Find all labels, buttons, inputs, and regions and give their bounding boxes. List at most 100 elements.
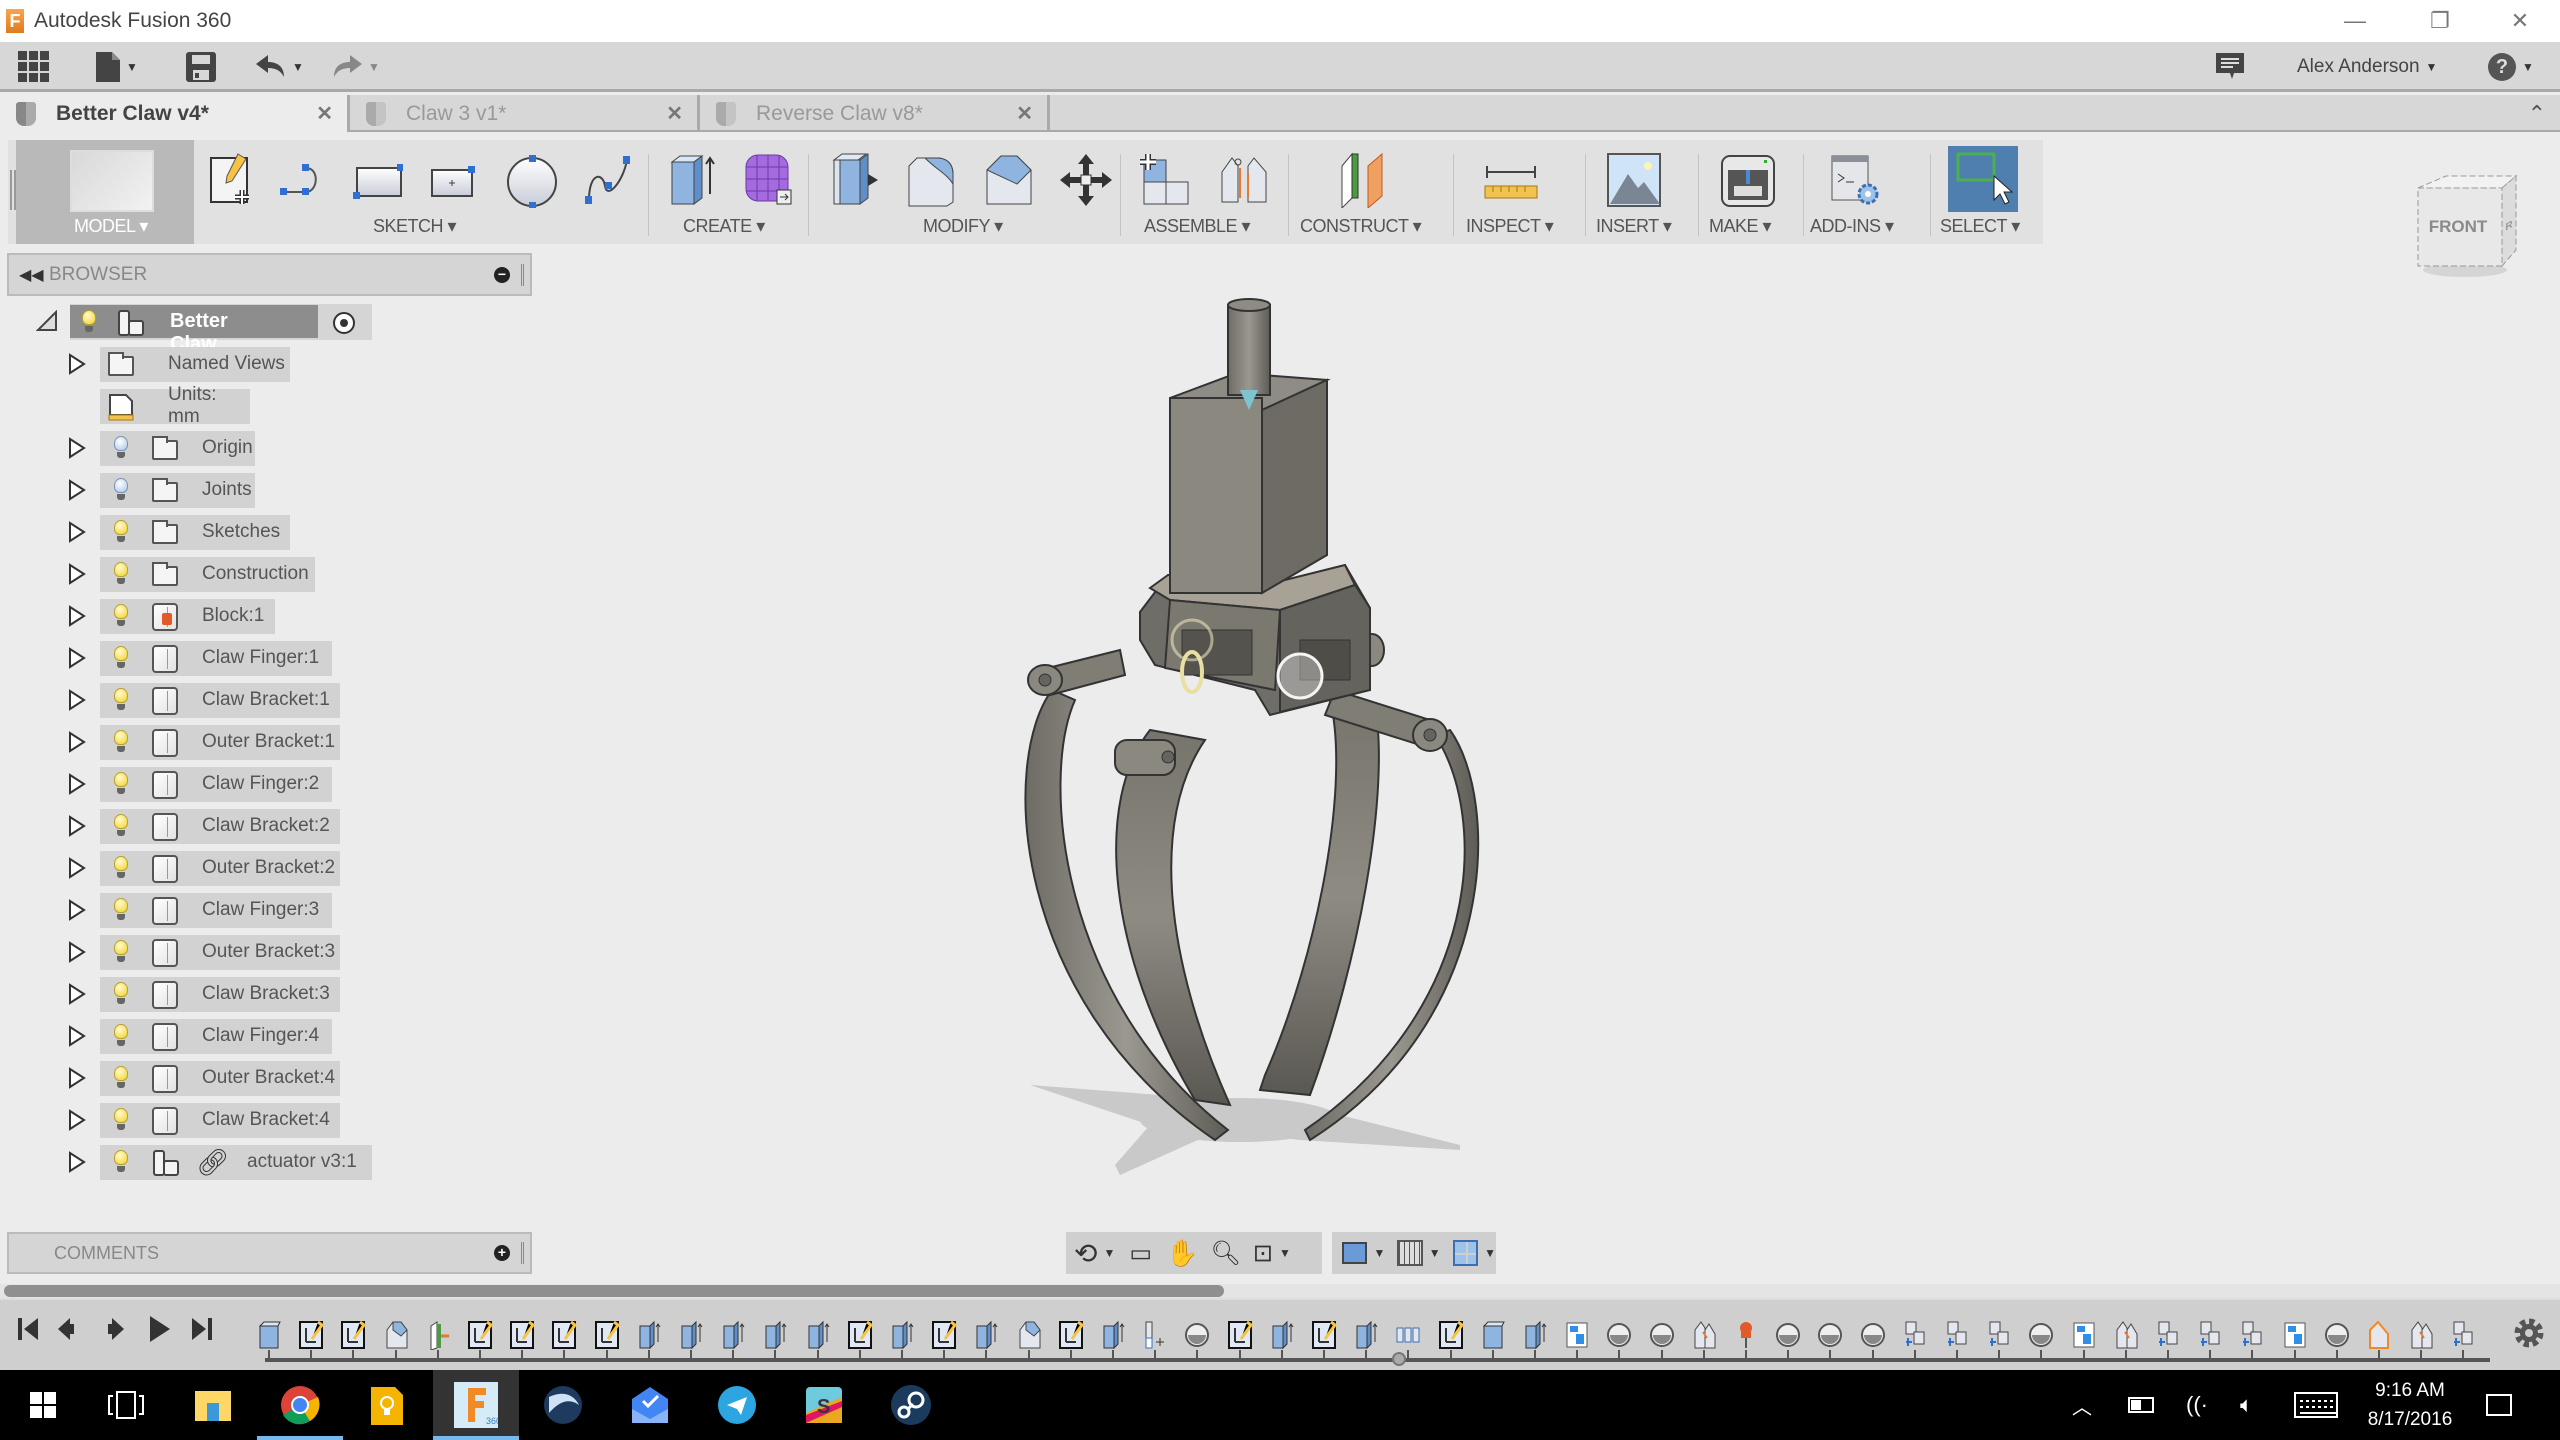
measure-tool[interactable]: [1483, 152, 1538, 208]
timeline-feature-extrude[interactable]: [678, 1320, 704, 1350]
timeline-feature-move[interactable]: [2366, 1320, 2392, 1350]
timeline-feature-motion-link[interactable]: [2113, 1320, 2139, 1350]
timeline-feature-ground[interactable]: [1733, 1320, 1759, 1350]
comments-resize-handle[interactable]: [521, 1242, 524, 1264]
timeline-feature-extrude[interactable]: [1269, 1320, 1295, 1350]
collapse-toolbar-icon[interactable]: ⌃: [2528, 101, 2546, 127]
browser-item-pill[interactable]: Claw Bracket:4: [100, 1102, 340, 1138]
pan-icon[interactable]: ✋: [1166, 1238, 1198, 1269]
timeline-feature-joint[interactable]: [1649, 1320, 1675, 1350]
create-group-label[interactable]: CREATE ▾: [683, 216, 765, 237]
timeline-feature-joint[interactable]: [1184, 1320, 1210, 1350]
timeline-feature-sketch[interactable]: [1438, 1320, 1464, 1350]
minimize-browser-icon[interactable]: −: [494, 266, 510, 283]
taskbar-fusion-360[interactable]: 360: [433, 1370, 519, 1440]
modify-group-label[interactable]: MODIFY ▾: [923, 216, 1003, 237]
timeline-scrollbar[interactable]: [0, 1284, 2560, 1298]
display-settings-icon[interactable]: [1342, 1242, 1368, 1264]
expand-triangle-icon[interactable]: [68, 689, 86, 711]
extrude-tool[interactable]: [668, 152, 718, 208]
close-tab-icon[interactable]: ✕: [316, 101, 333, 126]
timeline-feature-joint[interactable]: [2028, 1320, 2054, 1350]
close-tab-icon[interactable]: ✕: [666, 101, 683, 126]
timeline-feature-copy[interactable]: [2155, 1320, 2181, 1350]
select-tool[interactable]: [1948, 146, 2018, 212]
browser-item-pill[interactable]: 🔗︎ actuator v3:1: [100, 1144, 372, 1180]
browser-item-pill[interactable]: Claw Finger:3: [100, 892, 332, 928]
browser-item-pill[interactable]: Outer Bracket:4: [100, 1060, 340, 1096]
visibility-bulb-icon[interactable]: [112, 1107, 130, 1132]
tab-better-claw[interactable]: Better Claw v4* ✕: [0, 95, 350, 132]
expand-triangle-icon[interactable]: [68, 1025, 86, 1047]
timeline-feature-rigid-group[interactable]: [2071, 1320, 2097, 1350]
3d-viewport[interactable]: [540, 250, 2440, 1230]
expand-triangle-icon[interactable]: [68, 983, 86, 1005]
file-menu-button[interactable]: ▼: [96, 50, 138, 84]
form-tool[interactable]: [743, 152, 793, 208]
timeline-feature-sketch[interactable]: [340, 1320, 367, 1350]
timeline-feature-sketch[interactable]: [931, 1320, 958, 1350]
timeline-feature-joint[interactable]: [1775, 1320, 1801, 1350]
scrollbar-thumb[interactable]: [4, 1285, 1224, 1297]
taskbar-file-explorer[interactable]: [170, 1370, 256, 1440]
show-hidden-icons[interactable]: ︿: [2072, 1370, 2092, 1440]
timeline-feature-plane[interactable]: [425, 1320, 451, 1351]
timeline-feature-chamfer[interactable]: [1016, 1320, 1042, 1350]
timeline-feature-sketch[interactable]: [1311, 1320, 1338, 1350]
add-ins-group-label[interactable]: ADD-INS ▾: [1810, 216, 1894, 237]
taskbar-google-keep[interactable]: [344, 1370, 430, 1440]
claw-bracket-2[interactable]: [1114, 739, 1176, 776]
timeline-feature-extrude[interactable]: [1522, 1320, 1548, 1350]
visibility-bulb-icon[interactable]: [112, 1065, 130, 1090]
visibility-bulb-icon[interactable]: [112, 435, 130, 460]
circle-tool[interactable]: [505, 152, 557, 209]
timeline-feature-copy[interactable]: [2450, 1320, 2476, 1350]
arc-tool[interactable]: [278, 152, 328, 208]
expand-triangle-icon[interactable]: [68, 437, 86, 459]
timeline-feature-copy[interactable]: [2239, 1320, 2265, 1350]
visibility-bulb-icon[interactable]: [112, 477, 130, 502]
timeline-feature-sketch[interactable]: [509, 1320, 536, 1350]
close-button[interactable]: ✕: [2485, 0, 2555, 42]
new-component-tool[interactable]: [1138, 152, 1189, 208]
select-group-label[interactable]: SELECT ▾: [1940, 216, 2020, 237]
timeline-feature-copy[interactable]: [1986, 1320, 2012, 1350]
actuator-body[interactable]: [1169, 298, 1331, 595]
save-button[interactable]: [186, 50, 216, 84]
wifi-icon[interactable]: ((·: [2186, 1370, 2208, 1440]
expand-triangle-icon[interactable]: [68, 899, 86, 921]
timeline-track[interactable]: [265, 1358, 2490, 1362]
timeline-feature-sketch[interactable]: [1227, 1320, 1253, 1350]
go-to-start-icon[interactable]: [14, 1314, 44, 1344]
timeline-feature-extrude[interactable]: [1353, 1320, 1379, 1350]
timeline-feature-sketch[interactable]: [1058, 1320, 1084, 1350]
timeline-feature-copy[interactable]: [2197, 1320, 2223, 1350]
sketch-group-label[interactable]: SKETCH ▾: [373, 216, 457, 237]
browser-item-pill[interactable]: Claw Finger:2: [100, 766, 332, 802]
data-panel-button[interactable]: [18, 50, 50, 84]
expand-triangle-icon[interactable]: [68, 941, 86, 963]
browser-item-pill[interactable]: Construction: [100, 556, 315, 592]
browser-item-pill[interactable]: Claw Bracket:1: [100, 682, 340, 718]
claw-model[interactable]: [540, 250, 2440, 1230]
expand-triangle-icon[interactable]: [68, 521, 86, 543]
expand-triangle-icon[interactable]: [68, 647, 86, 669]
timeline-feature-box[interactable]: [256, 1320, 282, 1350]
expand-triangle-icon[interactable]: [68, 1151, 86, 1173]
browser-item-pill[interactable]: Claw Bracket:2: [100, 808, 340, 844]
timeline-feature-joint[interactable]: [2324, 1320, 2350, 1350]
browser-resize-handle[interactable]: [521, 263, 524, 286]
timeline-feature-sketch[interactable]: [594, 1320, 620, 1350]
taskbar-inbox[interactable]: [607, 1370, 693, 1440]
browser-item-pill[interactable]: Outer Bracket:1: [100, 724, 340, 760]
workspace-switcher[interactable]: MODEL ▾: [16, 140, 194, 244]
grid-snaps-icon[interactable]: [1397, 1240, 1423, 1266]
inspect-group-label[interactable]: INSPECT ▾: [1466, 216, 1554, 237]
browser-item-pill[interactable]: Units: mm: [100, 384, 250, 427]
timeline-feature-box[interactable]: [1480, 1320, 1506, 1350]
battery-icon[interactable]: [2128, 1370, 2154, 1440]
timeline-feature-copy[interactable]: [1902, 1320, 1928, 1350]
visibility-bulb-icon[interactable]: [112, 687, 130, 712]
timeline-feature-rigid-group[interactable]: [1564, 1320, 1590, 1350]
create-sketch-tool[interactable]: [208, 152, 258, 208]
